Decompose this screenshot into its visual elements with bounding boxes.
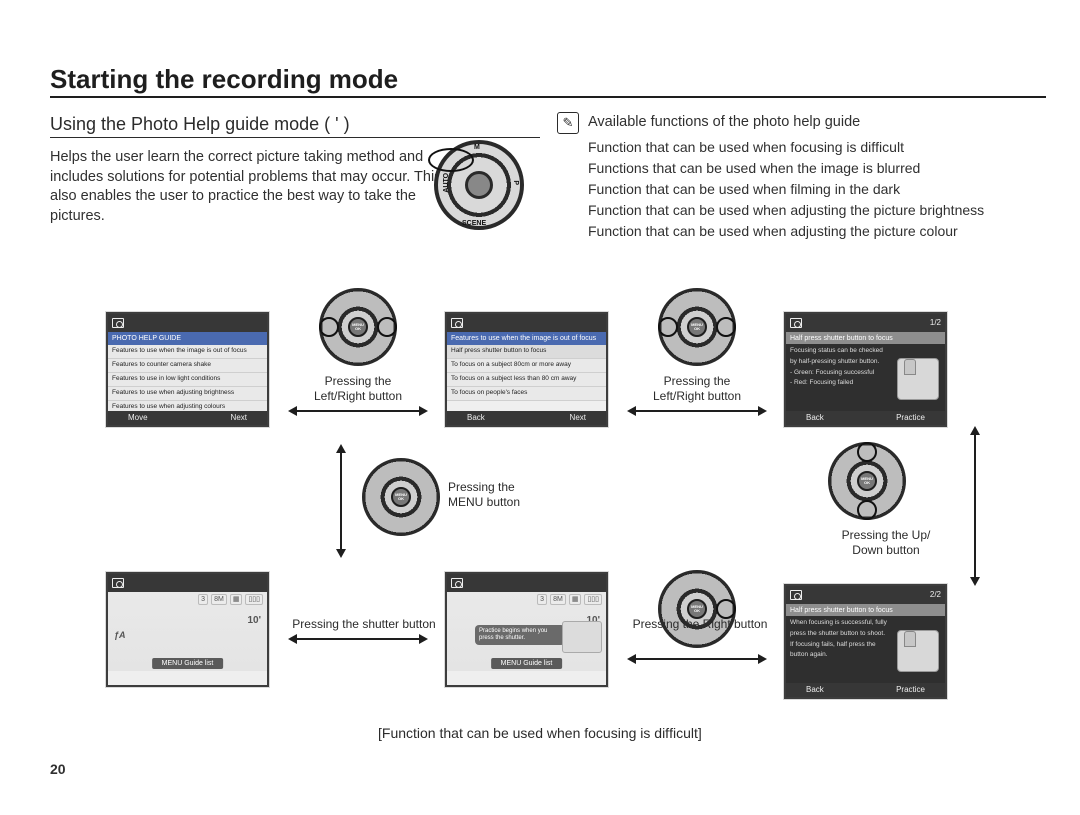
lcd-row-hl: Half press shutter button to focus bbox=[447, 345, 606, 359]
caption-pressing-shutter: Pressing the shutter button bbox=[284, 617, 444, 632]
manual-page: Starting the recording mode Using the Ph… bbox=[0, 0, 1080, 815]
mode-dial-graphic: M P SCENE AUTO bbox=[434, 140, 524, 230]
page-number: 20 bbox=[50, 760, 66, 779]
double-arrow-icon bbox=[296, 410, 420, 412]
caption-pressing-right: Pressing the Right button bbox=[620, 617, 780, 632]
status-icons: 3 8M ▦ ▯▯▯ bbox=[537, 594, 602, 605]
softkey-left: Back bbox=[806, 413, 824, 424]
list-item: Functions that can be used when the imag… bbox=[588, 159, 1048, 178]
menu-ok-button: MENUOK bbox=[687, 317, 707, 337]
section-title: Using the Photo Help guide mode ( ' ) bbox=[50, 112, 350, 136]
double-arrow-icon bbox=[296, 638, 420, 640]
double-arrow-icon bbox=[635, 410, 759, 412]
lcd-photo-help-guide: PHOTO HELP GUIDE Features to use when th… bbox=[106, 312, 269, 427]
camera-icon bbox=[451, 318, 463, 328]
list-item: Function that can be used when adjusting… bbox=[588, 201, 1048, 220]
lcd-row: To focus on a subject 80cm or more away bbox=[447, 359, 606, 373]
nav-caption-lr: Pressing theLeft/Right button bbox=[302, 374, 414, 404]
lcd-row: Features to counter camera shake bbox=[108, 359, 267, 373]
softkey-right: Practice bbox=[896, 413, 925, 424]
menu-ok-button: MENUOK bbox=[687, 599, 707, 619]
list-item: Function that can be used when adjusting… bbox=[588, 222, 1048, 241]
intro-paragraph: Helps the user learn the correct picture… bbox=[50, 148, 450, 226]
tooltip-bubble: Practice begins when you press the shutt… bbox=[475, 625, 565, 645]
lcd-row: Features to use when the image is out of… bbox=[108, 345, 267, 359]
section-underline bbox=[50, 137, 540, 138]
hand-press-graphic bbox=[897, 358, 939, 400]
menu-ok-button: MENUOK bbox=[391, 487, 411, 507]
right-highlight bbox=[377, 317, 397, 337]
nav-pad: MENUOK bbox=[658, 570, 736, 648]
list-item: Function that can be used when focusing … bbox=[588, 138, 1048, 157]
nav-pad: MENUOK bbox=[362, 458, 440, 536]
hand-press-graphic bbox=[897, 630, 939, 672]
available-functions-list: Function that can be used when focusing … bbox=[588, 138, 1048, 242]
left-highlight bbox=[658, 317, 678, 337]
lcd-menu-list: Features to use when the image is out of… bbox=[108, 345, 267, 414]
softkey-left: Back bbox=[806, 685, 824, 696]
list-item: Function that can be used when ﬁlming in… bbox=[588, 180, 1048, 199]
lcd-row: Features to use in low light conditions bbox=[108, 373, 267, 387]
lcd-row: Features to use when adjusting brightnes… bbox=[108, 387, 267, 401]
right-highlight bbox=[716, 599, 736, 619]
softkey-right: Next bbox=[231, 413, 247, 424]
nav-pad: MENUOK bbox=[319, 288, 397, 366]
right-highlight bbox=[716, 317, 736, 337]
lcd-title: PHOTO HELP GUIDE bbox=[108, 332, 267, 345]
nav-pad: MENUOK bbox=[658, 288, 736, 366]
dial-highlight-oval bbox=[428, 148, 474, 172]
dial-mode-scene: SCENE bbox=[462, 219, 486, 228]
menu-ok-button: MENUOK bbox=[857, 471, 877, 491]
page-indicator: 1/2 bbox=[930, 318, 941, 329]
timer-value: 10' bbox=[247, 614, 261, 628]
lcd-half-press-1: 1/2 Half press shutter button to focus F… bbox=[784, 312, 947, 427]
softkey-right: Next bbox=[570, 413, 586, 424]
menu-ok-button: MENUOK bbox=[348, 317, 368, 337]
lcd-text: When focusing is successful, fully bbox=[786, 618, 945, 629]
title-underline bbox=[50, 96, 1046, 98]
dial-mode-m: M bbox=[474, 143, 480, 152]
dial-mode-auto: AUTO bbox=[442, 173, 451, 193]
page-title: Starting the recording mode bbox=[50, 62, 398, 97]
nav-caption-menu: Pressing theMENU button bbox=[448, 480, 538, 510]
softkey-left: Move bbox=[128, 413, 148, 424]
lcd-practice-live: 3 8M ▦ ▯▯▯ 10' ƒA MENU Guide list bbox=[106, 572, 269, 687]
down-highlight bbox=[857, 500, 877, 520]
lcd-menu-list: Half press shutter button to focus To fo… bbox=[447, 345, 606, 400]
camera-icon bbox=[112, 578, 124, 588]
double-arrow-icon bbox=[974, 434, 976, 578]
lcd-practice-prompt: 3 8M ▦ ▯▯▯ 10' Practice begins when you … bbox=[445, 572, 608, 687]
camera-icon bbox=[451, 578, 463, 588]
lcd-row: To focus on people's faces bbox=[447, 387, 606, 401]
nav-caption-updown: Pressing the Up/Down button bbox=[822, 528, 950, 558]
camera-icon bbox=[790, 590, 802, 600]
status-icons: 3 8M ▦ ▯▯▯ bbox=[198, 594, 263, 605]
double-arrow-icon bbox=[340, 452, 342, 550]
menu-guide-hint: MENU Guide list bbox=[491, 658, 563, 669]
nav-pad: MENUOK bbox=[828, 442, 906, 520]
camera-icon bbox=[112, 318, 124, 328]
softkey-right: Practice bbox=[896, 685, 925, 696]
page-indicator: 2/2 bbox=[930, 590, 941, 601]
camera-icon bbox=[790, 318, 802, 328]
dial-mode-p: P bbox=[511, 180, 520, 185]
softkey-left: Back bbox=[467, 413, 485, 424]
lcd-focus-features: Features to use when the image is out of… bbox=[445, 312, 608, 427]
menu-guide-hint: MENU Guide list bbox=[152, 658, 224, 669]
lcd-half-press-2: 2/2 Half press shutter button to focus W… bbox=[784, 584, 947, 699]
lcd-text: Focusing status can be checked bbox=[786, 346, 945, 357]
hand-press-graphic bbox=[562, 621, 602, 653]
double-arrow-icon bbox=[635, 658, 759, 660]
diagram-caption: [Function that can be used when focusing… bbox=[378, 724, 702, 743]
note-icon: ✎ bbox=[557, 112, 579, 134]
lcd-title: Features to use when the image is out of… bbox=[447, 332, 606, 345]
nav-caption-lr: Pressing theLeft/Right button bbox=[641, 374, 753, 404]
left-highlight bbox=[319, 317, 339, 337]
up-highlight bbox=[857, 442, 877, 462]
lcd-row: To focus on a subject less than 80 cm aw… bbox=[447, 373, 606, 387]
available-functions-title: Available functions of the photo help gu… bbox=[588, 113, 860, 133]
flash-auto-icon: ƒA bbox=[114, 629, 126, 641]
